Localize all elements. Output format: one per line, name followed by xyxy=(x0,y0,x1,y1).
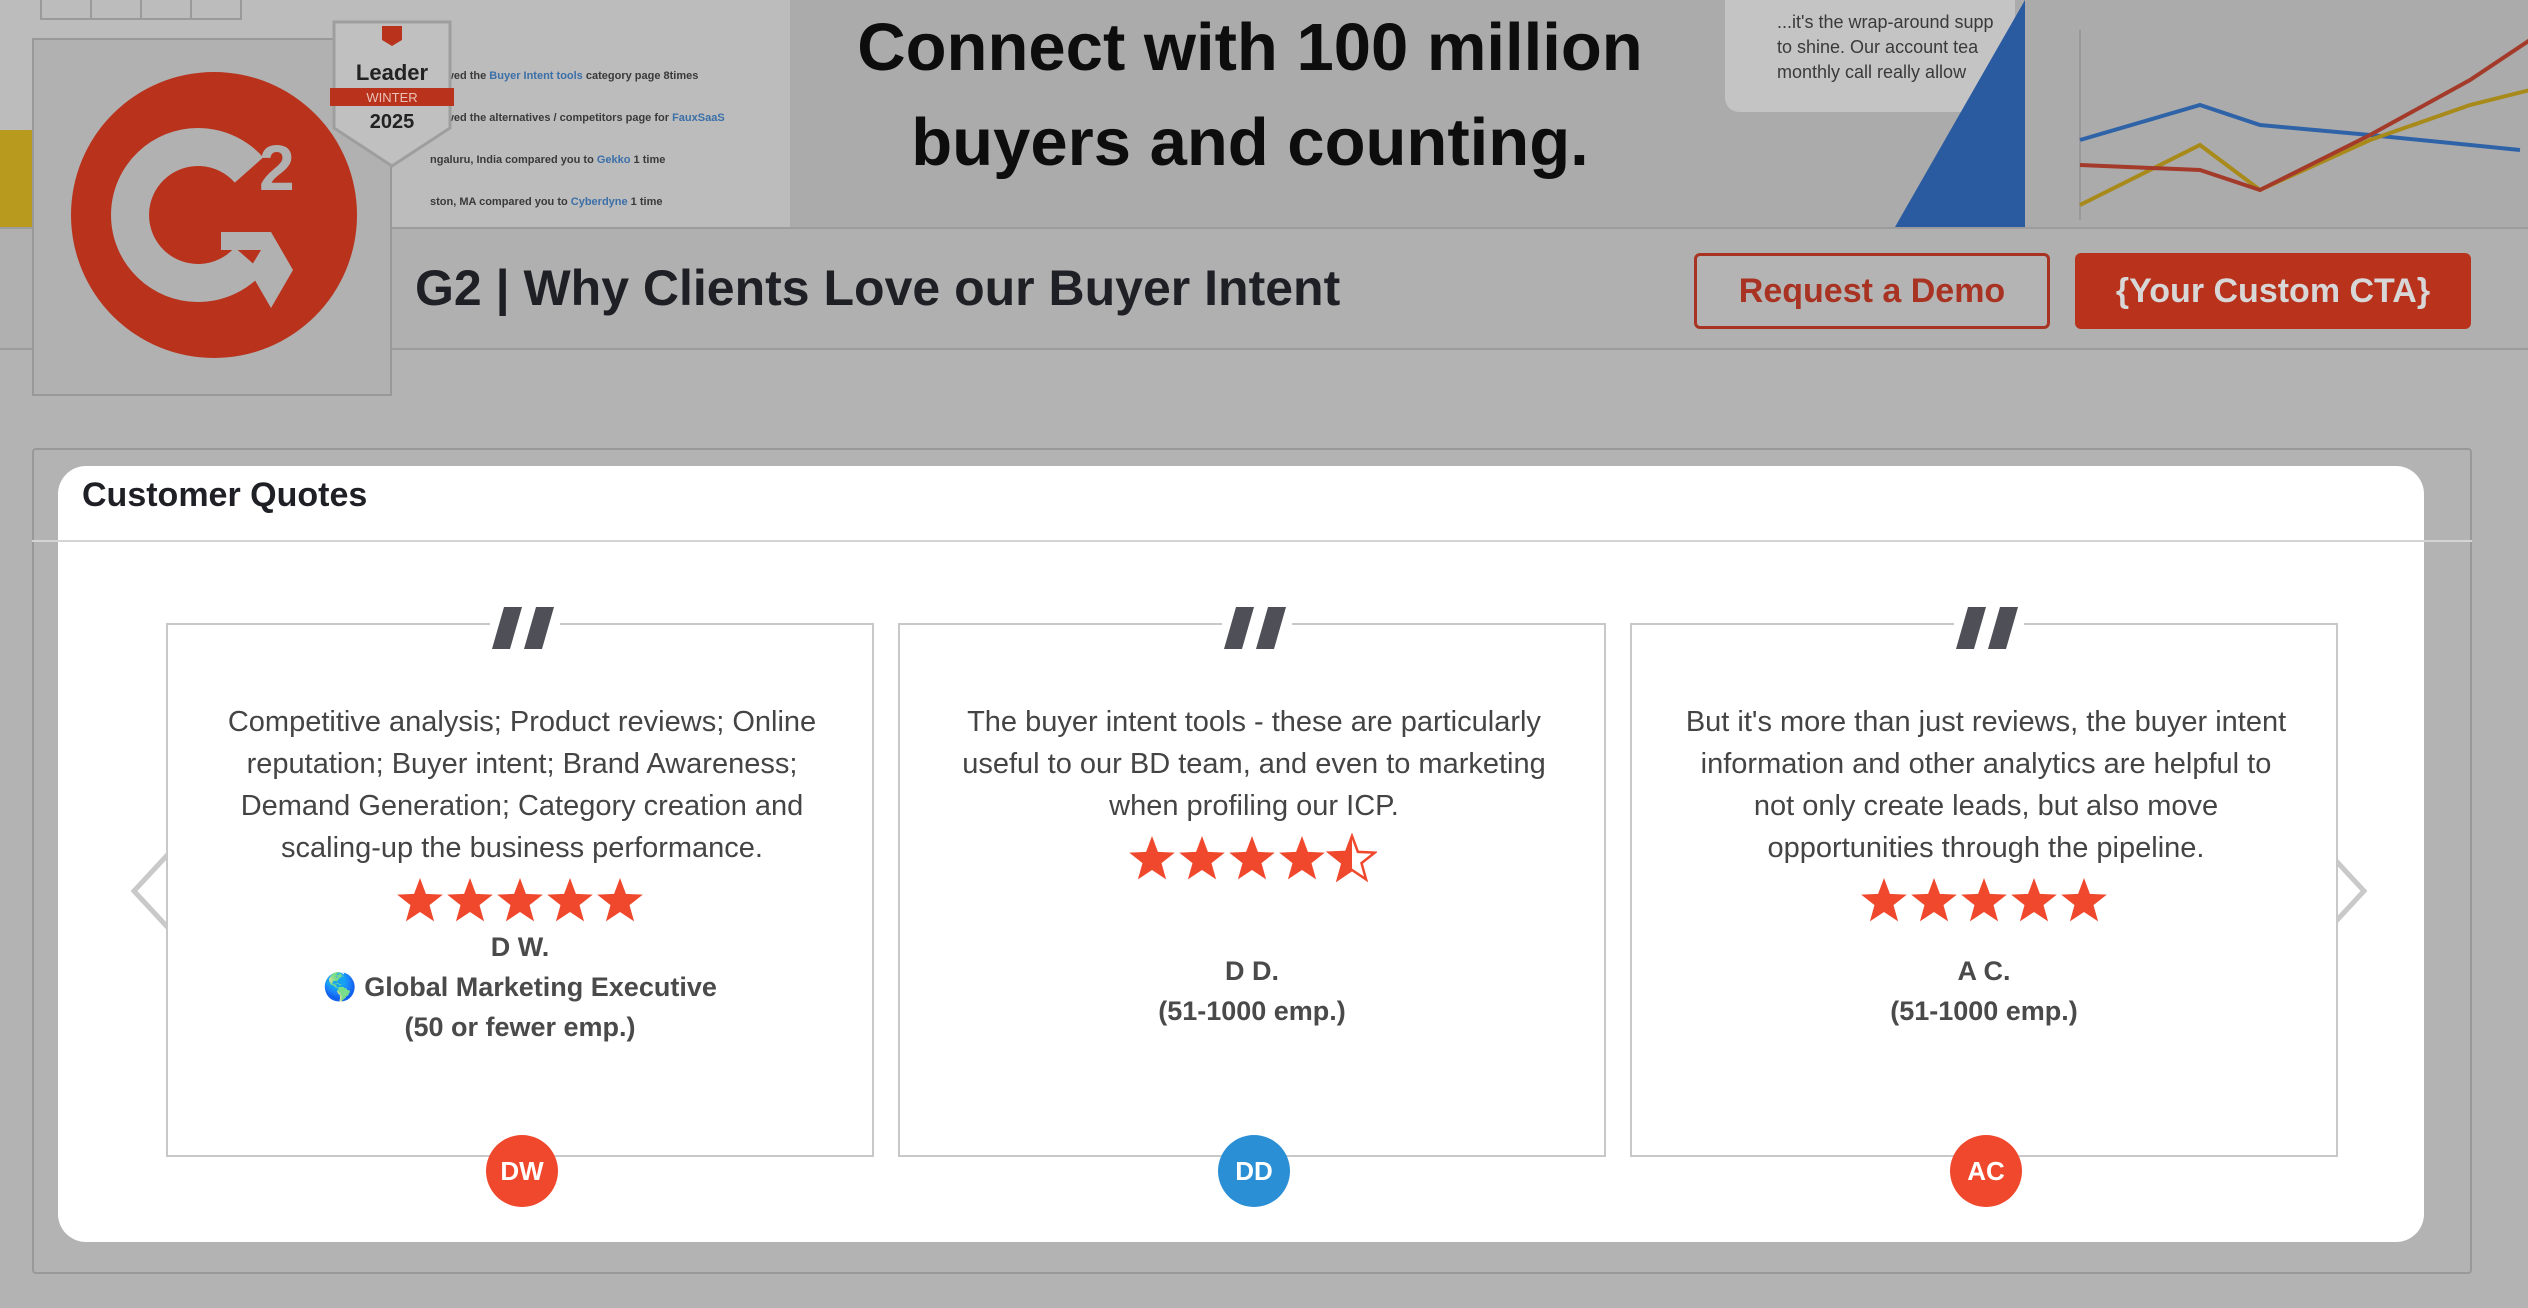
star-full-icon xyxy=(547,878,593,922)
quote-card: The buyer intent tools - these are parti… xyxy=(898,603,1606,1207)
badge-year: 2025 xyxy=(370,111,415,133)
star-full-icon xyxy=(597,878,643,922)
star-full-icon xyxy=(497,878,543,922)
quote-mark-icon xyxy=(1222,603,1292,653)
section-title: Customer Quotes xyxy=(82,476,368,514)
reviewer-company-size: (50 or fewer emp.) xyxy=(404,1012,636,1042)
star-rating xyxy=(1632,875,2336,927)
activity-item: ston, MA compared you to Cyberdyne 1 tim… xyxy=(430,196,663,208)
star-full-icon xyxy=(1911,878,1957,922)
g2-leader-badge: Leader WINTER 2025 xyxy=(330,20,454,168)
decorative-triangle xyxy=(1895,0,2025,227)
star-rating xyxy=(900,832,1604,885)
badge-season: WINTER xyxy=(366,90,417,105)
reviewer-name: D D. xyxy=(1225,956,1279,986)
reviewer-info: D D. (51-1000 emp.) xyxy=(900,951,1604,1031)
request-demo-button[interactable]: Request a Demo xyxy=(1694,253,2050,329)
avatar: AC xyxy=(1950,1135,2022,1207)
reviewer-company-size: (51-1000 emp.) xyxy=(1158,996,1346,1026)
reviewer-name: D W. xyxy=(490,932,550,962)
avatar: DD xyxy=(1218,1135,1290,1207)
banner-line-chart xyxy=(2079,30,2528,220)
star-full-icon xyxy=(1129,836,1175,880)
quote-mark-icon xyxy=(490,603,560,653)
quote-text: The buyer intent tools - these are parti… xyxy=(962,706,1546,822)
quote-card: Competitive analysis; Product reviews; O… xyxy=(166,603,874,1207)
g2-logo-icon: 2 xyxy=(71,72,357,358)
star-full-icon xyxy=(447,878,493,922)
divider xyxy=(32,540,2472,542)
reviewer-role: 🌎 Global Marketing Executive xyxy=(323,972,717,1002)
activity-item: viewed the Buyer Intent tools category p… xyxy=(430,70,699,82)
spreadsheet-grid xyxy=(40,0,242,20)
headline-line: buyers and counting. xyxy=(911,105,1589,180)
badge-title: Leader xyxy=(356,60,429,85)
star-full-icon xyxy=(1861,878,1907,922)
star-full-icon xyxy=(1179,836,1225,880)
activity-feed: viewed the Buyer Intent tools category p… xyxy=(430,70,725,227)
customer-quotes-panel: Customer Quotes Competitive analysis; Pr… xyxy=(32,466,2472,1242)
activity-item: viewed the alternatives / competitors pa… xyxy=(430,112,725,124)
star-rating xyxy=(168,875,872,927)
headline-line: Connect with 100 million xyxy=(857,10,1643,85)
reviewer-info: A C. (51-1000 emp.) xyxy=(1632,951,2336,1031)
quote-text: Competitive analysis; Product reviews; O… xyxy=(227,706,817,864)
star-full-icon xyxy=(1961,878,2007,922)
activity-item: ngaluru, India compared you to Gekko 1 t… xyxy=(430,154,666,166)
star-full-icon xyxy=(2061,878,2107,922)
svg-text:2: 2 xyxy=(259,132,295,204)
custom-cta-button[interactable]: {Your Custom CTA} xyxy=(2075,253,2471,329)
quote-card: But it's more than just reviews, the buy… xyxy=(1630,603,2338,1207)
quote-text: But it's more than just reviews, the buy… xyxy=(1685,706,2287,864)
reviewer-name: A C. xyxy=(1957,956,2011,986)
star-full-icon xyxy=(397,878,443,922)
banner-headline: Connect with 100 million buyers and coun… xyxy=(800,0,1700,190)
quote-mark-icon xyxy=(1954,603,2024,653)
avatar: DW xyxy=(486,1135,558,1207)
page-title: G2 | Why Clients Love our Buyer Intent xyxy=(415,260,1341,316)
star-full-icon xyxy=(2011,878,2057,922)
star-full-icon xyxy=(1229,836,1275,880)
star-full-icon xyxy=(1279,836,1325,880)
reviewer-company-size: (51-1000 emp.) xyxy=(1890,996,2078,1026)
reviewer-info: D W. 🌎 Global Marketing Executive (50 or… xyxy=(168,927,872,1047)
